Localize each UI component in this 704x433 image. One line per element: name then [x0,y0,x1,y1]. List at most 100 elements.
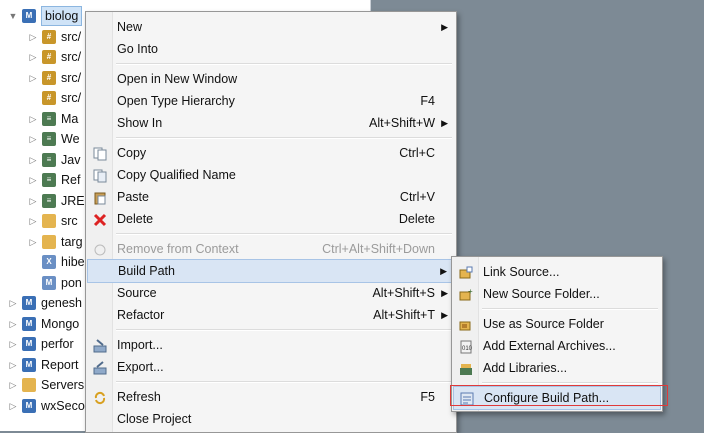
menu-item-new-source-folder[interactable]: + New Source Folder... [453,283,661,305]
menu-item-shortcut: Delete [398,212,435,226]
tree-item-label: biolog [41,6,83,26]
tree-item-label: src/ [61,70,82,85]
menu-item-export[interactable]: Export... [87,356,455,378]
xml-file-icon: X [42,255,56,269]
menu-item-label: New Source Folder... [483,287,600,301]
menu-item-shortcut: Ctrl+V [399,190,435,204]
svg-text:010: 010 [462,346,473,352]
menu-separator [116,329,452,331]
menu-item-shortcut: F4 [420,94,435,108]
menu-item-refactor[interactable]: Refactor Alt+Shift+T ▶ [87,304,455,326]
tree-item-label: genesh [41,296,83,310]
tree-item-label: Ref [61,173,81,187]
tree-item-label: src/ [61,29,82,44]
menu-item-paste[interactable]: Paste Ctrl+V [87,186,455,208]
menu-item-copy-qualified-name[interactable]: Copy Qualified Name [87,164,455,186]
link-source-icon [459,265,473,279]
menu-item-label: Refactor [117,308,165,322]
folder-icon [22,378,36,392]
expand-toggle-icon[interactable]: ▷ [28,26,38,48]
menu-item-label: Remove from Context [117,242,239,256]
menu-item-build-path[interactable]: Build Path ▶ [87,259,455,283]
menu-item-add-external-archives[interactable]: 010 Add External Archives... [453,335,661,357]
menu-separator [482,382,658,384]
library-icon: ≡ [42,111,56,126]
menu-item-show-in[interactable]: Show In Alt+Shift+W ▶ [87,112,455,134]
menu-item-import[interactable]: Import... [87,334,455,356]
menu-item-label: Use as Source Folder [483,317,604,331]
menu-item-shortcut: Alt+Shift+S [372,286,435,300]
menu-item-delete[interactable]: Delete Delete [87,208,455,230]
menu-item-label: Open in New Window [117,72,238,86]
menu-item-open-in-new-window[interactable]: Open in New Window [87,68,455,90]
submenu-arrow-icon: ▶ [441,118,448,128]
copy-icon [93,146,107,161]
menu-item-label: Close Project [117,412,192,426]
menu-item-new[interactable]: New ▶ [87,16,455,38]
expand-toggle-icon[interactable]: ▷ [28,149,38,171]
tree-item-label: pon [61,275,82,290]
menu-item-label: Delete [117,212,154,226]
expand-toggle-icon[interactable]: ▷ [28,128,38,150]
menu-item-label: Link Source... [483,265,560,279]
export-icon [93,360,107,375]
menu-item-add-libraries[interactable]: Add Libraries... [453,357,661,379]
expand-toggle-icon[interactable]: ▷ [8,333,18,355]
submenu-arrow-icon: ▶ [441,22,448,32]
expand-toggle-icon[interactable]: ▷ [8,313,18,335]
menu-item-use-as-source-folder[interactable]: Use as Source Folder [453,313,661,335]
maven-project-icon: M [22,9,36,23]
menu-item-shortcut: Ctrl+Alt+Shift+Down [322,242,435,256]
tree-item-label: targ [61,234,83,249]
copy-qualified-icon [93,168,107,183]
menu-item-source[interactable]: Source Alt+Shift+S ▶ [87,282,455,304]
expand-toggle-icon[interactable]: ▷ [28,231,38,253]
expand-toggle-icon[interactable]: ▷ [28,108,38,130]
tree-item-label: src/ [61,91,82,105]
tree-item-label: src/ [61,50,82,64]
submenu-arrow-icon: ▶ [441,288,448,298]
expand-toggle-icon[interactable]: ▷ [8,374,18,396]
expand-toggle-icon[interactable]: ▷ [8,354,18,376]
menu-item-label: Export... [117,360,164,374]
remove-context-icon [93,242,107,256]
menu-item-open-type-hierarchy[interactable]: Open Type Hierarchy F4 [87,90,455,112]
source-folder-icon: # [42,70,56,85]
menu-item-copy[interactable]: Copy Ctrl+C [87,142,455,164]
menu-separator [116,137,452,139]
expand-toggle-icon[interactable]: ▼ [8,5,18,27]
submenu-arrow-icon: ▶ [440,266,447,276]
library-icon: ≡ [42,193,56,208]
menu-separator [482,308,658,310]
tree-item-label: hibe [61,255,85,269]
maven-project-icon: M [22,357,36,372]
expand-toggle-icon[interactable]: ▷ [28,190,38,212]
menu-item-close-project[interactable]: Close Project [87,408,455,430]
expand-toggle-icon[interactable]: ▷ [28,210,38,232]
expand-toggle-icon[interactable]: ▷ [28,46,38,68]
tree-item-label: Mongo [41,316,80,331]
expand-toggle-icon[interactable]: ▷ [8,292,18,314]
import-icon [93,338,107,353]
menu-item-label: Add External Archives... [483,339,616,353]
menu-item-refresh[interactable]: Refresh F5 [87,386,455,408]
expand-toggle-icon[interactable]: ▷ [28,169,38,191]
tree-item-label: Ma [61,111,79,126]
menu-item-shortcut: Ctrl+C [399,146,435,160]
menu-item-link-source[interactable]: Link Source... [453,261,661,283]
paste-icon [93,190,107,205]
tree-item-label: Jav [61,152,81,167]
menu-item-go-into[interactable]: Go Into [87,38,455,60]
refresh-icon [93,390,107,405]
menu-item-remove-from-context[interactable]: Remove from Context Ctrl+Alt+Shift+Down [87,238,455,260]
menu-item-shortcut: F5 [420,390,435,404]
menu-separator [116,63,452,65]
expand-toggle-icon[interactable]: ▷ [28,67,38,89]
source-folder-icon: # [42,29,56,44]
menu-item-label: New [117,20,143,34]
svg-text:+: + [468,288,473,296]
maven-project-icon: M [22,316,36,331]
menu-item-label: Show In [117,116,163,130]
expand-toggle-icon[interactable]: ▷ [8,395,18,417]
tree-item-label: Report [41,357,79,372]
